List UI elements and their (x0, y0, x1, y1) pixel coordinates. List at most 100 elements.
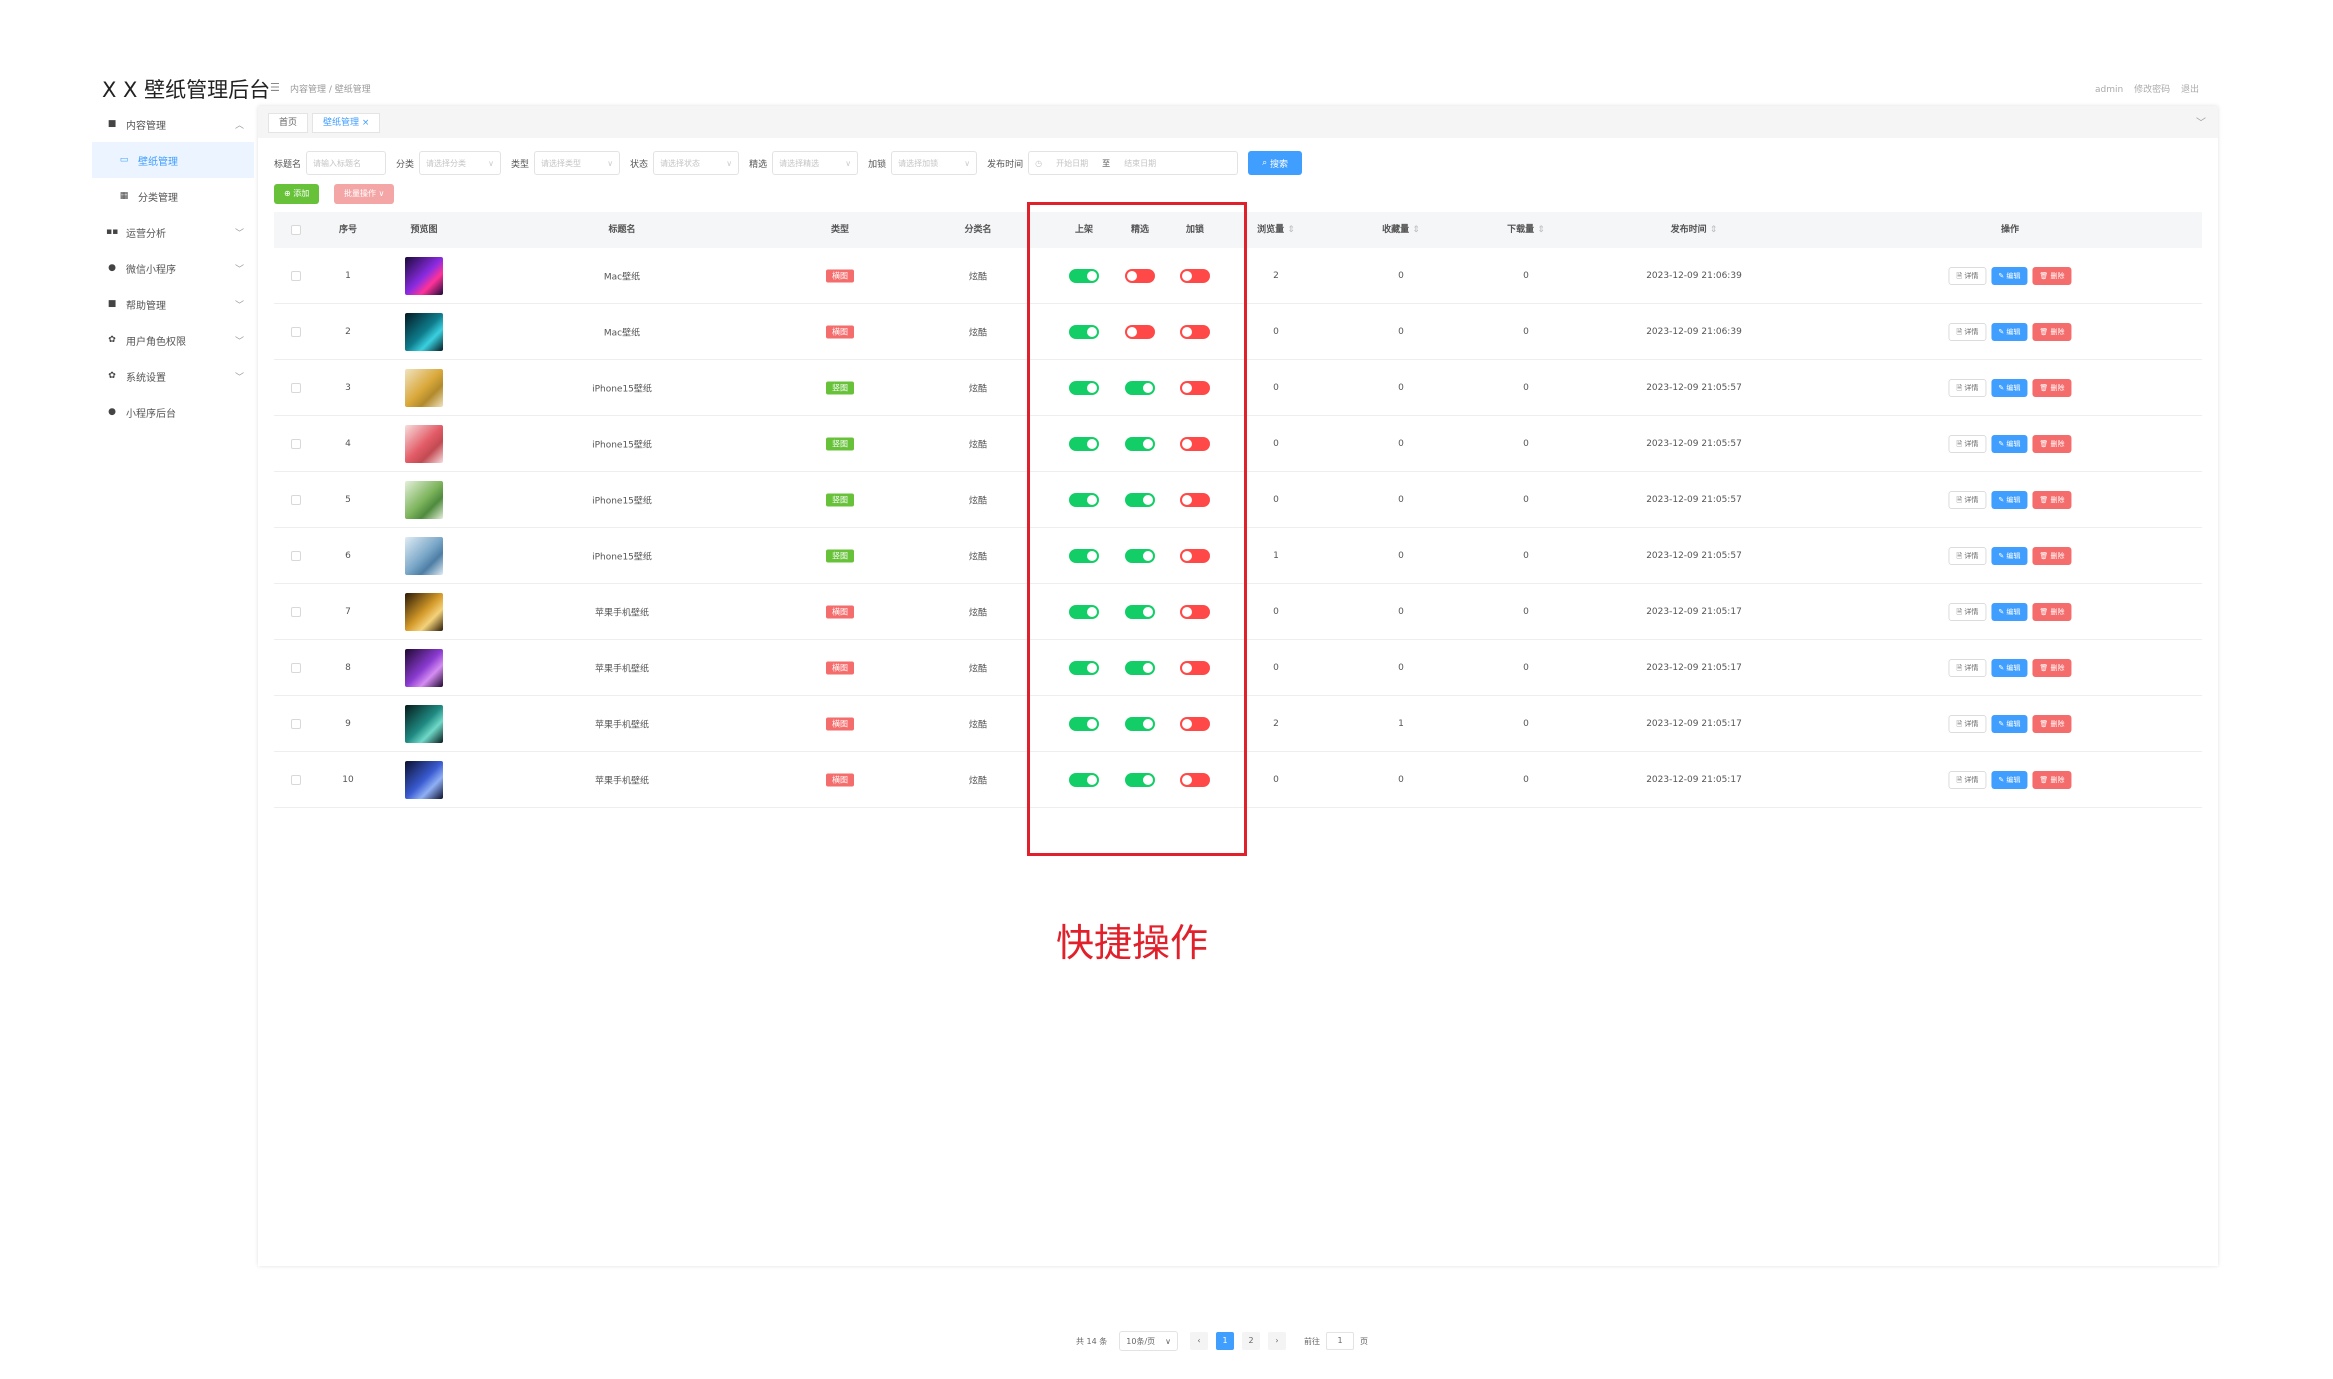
delete-button[interactable]: 🗑 删除 (2032, 266, 2072, 285)
row-checkbox[interactable] (291, 662, 301, 673)
row-checkbox[interactable] (291, 718, 301, 729)
col-views[interactable]: 浏览量 ⇕ (1257, 212, 1295, 248)
row-title: iPhone15壁纸 (592, 440, 652, 450)
sidebar-item-content[interactable]: ■ 内容管理 ︿ (92, 106, 254, 142)
detail-button[interactable]: 🗎 详情 (1948, 658, 1987, 677)
goto-page-input[interactable]: 1 (1326, 1332, 1354, 1350)
add-button[interactable]: ⊕ 添加 (274, 184, 320, 204)
preview-thumbnail[interactable] (405, 424, 443, 463)
edit-button[interactable]: ✎ 编辑 (1991, 322, 2028, 341)
col-favorites[interactable]: 收藏量 ⇕ (1382, 212, 1420, 248)
status-select[interactable]: 请选择状态 ∨ (653, 151, 740, 175)
sidebar-item-miniapp[interactable]: ● 小程序后台 (92, 394, 254, 430)
row-publish-time: 2023-12-09 21:05:17 (1646, 718, 1742, 729)
edit-button[interactable]: ✎ 编辑 (1991, 602, 2028, 621)
change-password-link[interactable]: 修改密码 (2134, 85, 2170, 95)
prev-page-button[interactable]: ‹ (1190, 1332, 1208, 1350)
detail-button[interactable]: 🗎 详情 (1948, 434, 1987, 453)
edit-button[interactable]: ✎ 编辑 (1991, 490, 2028, 509)
delete-button[interactable]: 🗑 删除 (2032, 658, 2072, 677)
edit-button[interactable]: ✎ 编辑 (1991, 378, 2028, 397)
row-checkbox[interactable] (291, 606, 301, 617)
sidebar-item-wechat[interactable]: ● 微信小程序 ﹀ (92, 250, 254, 286)
delete-button[interactable]: 🗑 删除 (2032, 322, 2072, 341)
delete-button[interactable]: 🗑 删除 (2032, 490, 2072, 509)
breadcrumb-item[interactable]: 内容管理 (290, 85, 326, 95)
row-checkbox[interactable] (291, 438, 301, 449)
lock-select[interactable]: 请选择加锁 ∨ (891, 151, 978, 175)
featured-select[interactable]: 请选择精选 ∨ (772, 151, 859, 175)
batch-action-button[interactable]: 批量操作 ∨ (334, 184, 395, 204)
select-all-checkbox[interactable] (291, 212, 301, 248)
preview-thumbnail[interactable] (405, 648, 443, 687)
col-downloads[interactable]: 下载量 ⇕ (1507, 212, 1545, 248)
title-filter-input[interactable]: 请输入标题名 (306, 151, 387, 175)
delete-button[interactable]: 🗑 删除 (2032, 378, 2072, 397)
detail-button[interactable]: 🗎 详情 (1948, 770, 1987, 789)
edit-button[interactable]: ✎ 编辑 (1991, 770, 2028, 789)
row-checkbox[interactable] (291, 270, 301, 281)
edit-button[interactable]: ✎ 编辑 (1991, 714, 2028, 733)
sidebar-item-help[interactable]: ■ 帮助管理 ﹀ (92, 286, 254, 322)
preview-thumbnail[interactable] (405, 592, 443, 631)
preview-thumbnail[interactable] (405, 480, 443, 519)
logout-link[interactable]: 退出 (2181, 85, 2199, 95)
detail-button[interactable]: 🗎 详情 (1948, 546, 1987, 565)
detail-button[interactable]: 🗎 详情 (1948, 602, 1987, 621)
chevron-down-icon: ∨ (726, 158, 733, 168)
menu-toggle-icon[interactable]: ☰ (270, 81, 280, 94)
preview-thumbnail[interactable] (405, 760, 443, 799)
delete-button[interactable]: 🗑 删除 (2032, 546, 2072, 565)
page-button[interactable]: 1 (1216, 1332, 1234, 1350)
row-checkbox[interactable] (291, 774, 301, 785)
detail-button[interactable]: 🗎 详情 (1948, 322, 1987, 341)
tab-wallpaper[interactable]: 壁纸管理 × (312, 113, 381, 133)
preview-thumbnail[interactable] (405, 312, 443, 351)
type-tag: 横图 (826, 325, 854, 338)
row-title: iPhone15壁纸 (592, 496, 652, 506)
detail-button[interactable]: 🗎 详情 (1948, 266, 1987, 285)
date-range-picker[interactable]: ◷ 开始日期 至 结束日期 (1028, 151, 1239, 175)
page-button[interactable]: 2 (1242, 1332, 1260, 1350)
edit-button[interactable]: ✎ 编辑 (1991, 546, 2028, 565)
row-checkbox[interactable] (291, 382, 301, 393)
edit-button[interactable]: ✎ 编辑 (1991, 434, 2028, 453)
edit-button[interactable]: ✎ 编辑 (1991, 658, 2028, 677)
sidebar-item-category[interactable]: ▦ 分类管理 (92, 178, 254, 214)
sidebar-item-analytics[interactable]: ▪▪ 运营分析 ﹀ (92, 214, 254, 250)
search-button[interactable]: ⌕ 搜索 (1248, 151, 1303, 175)
preview-thumbnail[interactable] (405, 536, 443, 575)
file-icon: 🗎 (1956, 551, 1963, 560)
preview-thumbnail[interactable] (405, 704, 443, 743)
delete-button[interactable]: 🗑 删除 (2032, 602, 2072, 621)
row-checkbox[interactable] (291, 550, 301, 561)
chevron-down-icon[interactable]: ﹀ (2196, 114, 2206, 129)
delete-button[interactable]: 🗑 删除 (2032, 714, 2072, 733)
row-checkbox[interactable] (291, 494, 301, 505)
apps-icon: ▪▪ (106, 227, 119, 237)
close-icon[interactable]: × (362, 118, 370, 128)
tab-home[interactable]: 首页 (268, 113, 309, 133)
page-size-select[interactable]: 10条/页 ∨ (1119, 1331, 1178, 1351)
detail-button[interactable]: 🗎 详情 (1948, 714, 1987, 733)
sidebar-item-settings[interactable]: ✿ 系统设置 ﹀ (92, 358, 254, 394)
wechat-icon: ● (108, 407, 116, 417)
sidebar-item-wallpaper[interactable]: ▭ 壁纸管理 (92, 142, 254, 178)
preview-thumbnail[interactable] (405, 256, 443, 295)
delete-button[interactable]: 🗑 删除 (2032, 770, 2072, 789)
category-select[interactable]: 请选择分类 ∨ (419, 151, 502, 175)
row-actions: 🗎 详情 ✎ 编辑 🗑 删除 (1948, 378, 2072, 397)
edit-button[interactable]: ✎ 编辑 (1991, 266, 2028, 285)
next-page-button[interactable]: › (1268, 1332, 1286, 1350)
row-checkbox[interactable] (291, 326, 301, 337)
delete-button[interactable]: 🗑 删除 (2032, 434, 2072, 453)
detail-button[interactable]: 🗎 详情 (1948, 490, 1987, 509)
detail-button[interactable]: 🗎 详情 (1948, 378, 1987, 397)
col-publish-time[interactable]: 发布时间 ⇕ (1671, 212, 1718, 248)
row-favorites: 1 (1398, 718, 1404, 729)
sort-icon: ⇕ (1412, 225, 1420, 235)
type-select[interactable]: 请选择类型 ∨ (534, 151, 621, 175)
row-index: 10 (342, 774, 354, 785)
sidebar-item-roles[interactable]: ✿ 用户角色权限 ﹀ (92, 322, 254, 358)
preview-thumbnail[interactable] (405, 368, 443, 407)
